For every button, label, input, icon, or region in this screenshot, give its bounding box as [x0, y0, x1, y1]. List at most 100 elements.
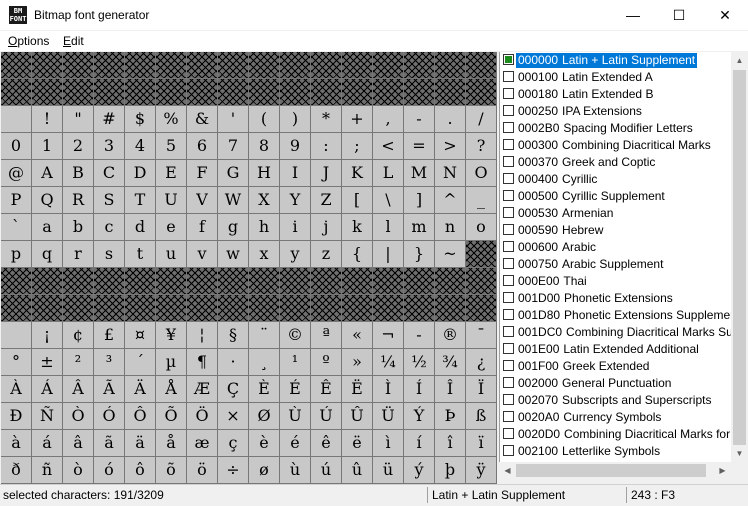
scroll-up-icon[interactable]: ▲	[731, 52, 748, 69]
char-cell[interactable]: Z	[311, 187, 342, 214]
char-cell[interactable]: Ç	[218, 376, 249, 403]
char-cell[interactable]: =	[404, 133, 435, 160]
char-cell[interactable]: ñ	[32, 457, 63, 484]
char-cell[interactable]	[435, 295, 466, 322]
char-cell[interactable]	[404, 52, 435, 79]
char-cell[interactable]	[342, 295, 373, 322]
char-cell[interactable]: #	[94, 106, 125, 133]
char-cell[interactable]: £	[94, 322, 125, 349]
range-row[interactable]: 000370 Greek and Coptic	[500, 154, 732, 171]
char-cell[interactable]	[280, 268, 311, 295]
range-row[interactable]: 002070 Subscripts and Superscripts	[500, 392, 732, 409]
char-cell[interactable]	[404, 268, 435, 295]
horizontal-scroll-thumb[interactable]	[516, 464, 706, 477]
char-cell[interactable]	[466, 241, 497, 268]
char-cell[interactable]: 5	[156, 133, 187, 160]
unicode-range-list[interactable]: 000000 Latin + Latin Supplement 000100 Lati…	[499, 52, 732, 462]
char-cell[interactable]: ®	[435, 322, 466, 349]
char-cell[interactable]: h	[249, 214, 280, 241]
menu-options[interactable]: Options	[8, 34, 49, 48]
char-cell[interactable]	[1, 106, 32, 133]
char-cell[interactable]: '	[218, 106, 249, 133]
char-cell[interactable]: l	[373, 214, 404, 241]
char-cell[interactable]: q	[32, 241, 63, 268]
char-cell[interactable]	[218, 52, 249, 79]
range-row[interactable]: 002100 Letterlike Symbols	[500, 443, 732, 460]
char-cell[interactable]: è	[249, 430, 280, 457]
char-cell[interactable]	[342, 52, 373, 79]
range-checkbox[interactable]	[503, 156, 514, 167]
char-cell[interactable]	[373, 79, 404, 106]
char-cell[interactable]: Þ	[435, 403, 466, 430]
character-grid[interactable]: ! " # $% & '() * +, -./0 1 2 3 4 5 6 7 8 9:; < = >? @ A B C D E F G H…	[1, 52, 497, 484]
char-cell[interactable]	[94, 52, 125, 79]
char-cell[interactable]: ²	[63, 349, 94, 376]
char-cell[interactable]: Å	[156, 376, 187, 403]
char-cell[interactable]	[280, 295, 311, 322]
char-cell[interactable]: g	[218, 214, 249, 241]
char-cell[interactable]: ±	[32, 349, 63, 376]
char-cell[interactable]: W	[218, 187, 249, 214]
scroll-right-icon[interactable]: ▶	[714, 462, 731, 479]
char-cell[interactable]: &	[187, 106, 218, 133]
char-cell[interactable]: R	[63, 187, 94, 214]
close-button[interactable]: ✕	[702, 0, 748, 30]
char-cell[interactable]: Ñ	[32, 403, 63, 430]
range-row[interactable]: 0020D0Combining Diacritical Marks for Sy…	[500, 426, 732, 443]
char-cell[interactable]: Ð	[1, 403, 32, 430]
char-cell[interactable]: N	[435, 160, 466, 187]
char-cell[interactable]: s	[94, 241, 125, 268]
char-cell[interactable]: ô	[125, 457, 156, 484]
char-cell[interactable]: ª	[311, 322, 342, 349]
range-row[interactable]: 000250 IPA Extensions	[500, 103, 732, 120]
char-cell[interactable]: ä	[125, 430, 156, 457]
char-cell[interactable]: n	[435, 214, 466, 241]
char-cell[interactable]	[311, 79, 342, 106]
char-cell[interactable]: þ	[435, 457, 466, 484]
char-cell[interactable]: Û	[342, 403, 373, 430]
char-cell[interactable]: Ï	[466, 376, 497, 403]
range-checkbox[interactable]	[503, 377, 514, 388]
char-cell[interactable]: ÿ	[466, 457, 497, 484]
char-cell[interactable]: ½	[404, 349, 435, 376]
char-cell[interactable]: Õ	[156, 403, 187, 430]
char-cell[interactable]: T	[125, 187, 156, 214]
char-cell[interactable]: ,	[373, 106, 404, 133]
char-cell[interactable]	[32, 52, 63, 79]
range-checkbox[interactable]	[503, 411, 514, 422]
char-cell[interactable]: 3	[94, 133, 125, 160]
char-cell[interactable]: -	[404, 106, 435, 133]
char-cell[interactable]: ý	[404, 457, 435, 484]
char-cell[interactable]: À	[1, 376, 32, 403]
char-cell[interactable]: `	[1, 214, 32, 241]
char-cell[interactable]: ~	[435, 241, 466, 268]
char-cell[interactable]	[1, 295, 32, 322]
char-cell[interactable]: ¸	[249, 349, 280, 376]
range-list-vertical-scrollbar[interactable]: ▲ ▼	[731, 52, 748, 462]
char-cell[interactable]: ¬	[373, 322, 404, 349]
char-cell[interactable]	[435, 79, 466, 106]
range-row[interactable]: 001DC0Combining Diacritical Marks Supple…	[500, 324, 732, 341]
char-cell[interactable]	[435, 52, 466, 79]
char-cell[interactable]: f	[187, 214, 218, 241]
char-cell[interactable]: Â	[63, 376, 94, 403]
range-checkbox[interactable]	[503, 360, 514, 371]
char-cell[interactable]	[125, 295, 156, 322]
char-cell[interactable]: /	[466, 106, 497, 133]
char-cell[interactable]: (	[249, 106, 280, 133]
char-cell[interactable]: î	[435, 430, 466, 457]
char-cell[interactable]: «	[342, 322, 373, 349]
char-cell[interactable]: ü	[373, 457, 404, 484]
char-cell[interactable]	[94, 79, 125, 106]
char-cell[interactable]: Ù	[280, 403, 311, 430]
char-cell[interactable]: K	[342, 160, 373, 187]
char-cell[interactable]	[218, 295, 249, 322]
range-row[interactable]: 0002B0 Spacing Modifier Letters	[500, 120, 732, 137]
char-cell[interactable]: ¿	[466, 349, 497, 376]
char-cell[interactable]	[63, 268, 94, 295]
range-checkbox[interactable]	[503, 71, 514, 82]
char-cell[interactable]: X	[249, 187, 280, 214]
char-cell[interactable]: °	[1, 349, 32, 376]
char-cell[interactable]: Æ	[187, 376, 218, 403]
char-cell[interactable]: 8	[249, 133, 280, 160]
